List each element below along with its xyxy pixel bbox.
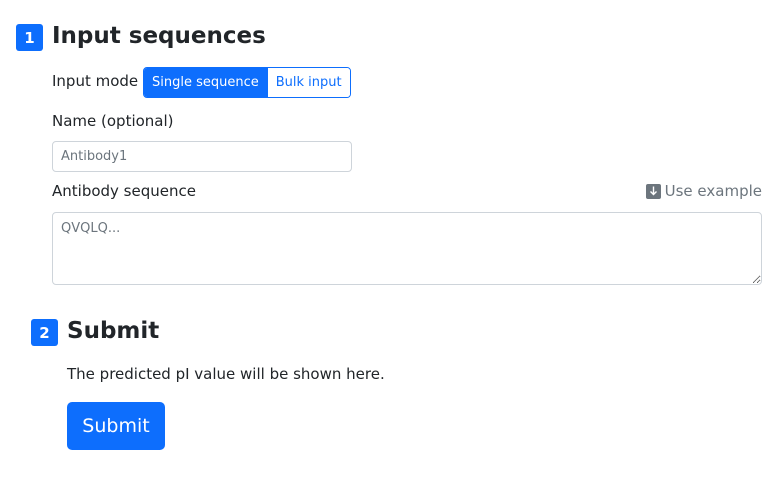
antibody-sequence-label: Antibody sequence (52, 182, 196, 200)
name-label: Name (optional) (52, 112, 174, 130)
step-1-badge: 1 (16, 24, 43, 51)
input-mode-label: Input mode (52, 72, 139, 90)
step-2-badge: 2 (31, 319, 58, 346)
name-input[interactable] (52, 141, 352, 172)
use-example-link[interactable]: Use example (645, 181, 762, 201)
submit-title: Submit (67, 318, 160, 344)
input-mode-toggle: Single sequence Bulk input (143, 67, 351, 98)
antibody-sequence-textarea[interactable] (52, 212, 762, 285)
submit-button[interactable]: Submit (67, 402, 165, 450)
single-sequence-button[interactable]: Single sequence (144, 68, 267, 97)
result-placeholder-text: The predicted pI value will be shown her… (67, 365, 385, 383)
input-sequences-title: Input sequences (52, 23, 266, 49)
use-example-label: Use example (664, 182, 762, 200)
download-arrow-icon (645, 183, 661, 199)
bulk-input-button[interactable]: Bulk input (266, 68, 350, 97)
